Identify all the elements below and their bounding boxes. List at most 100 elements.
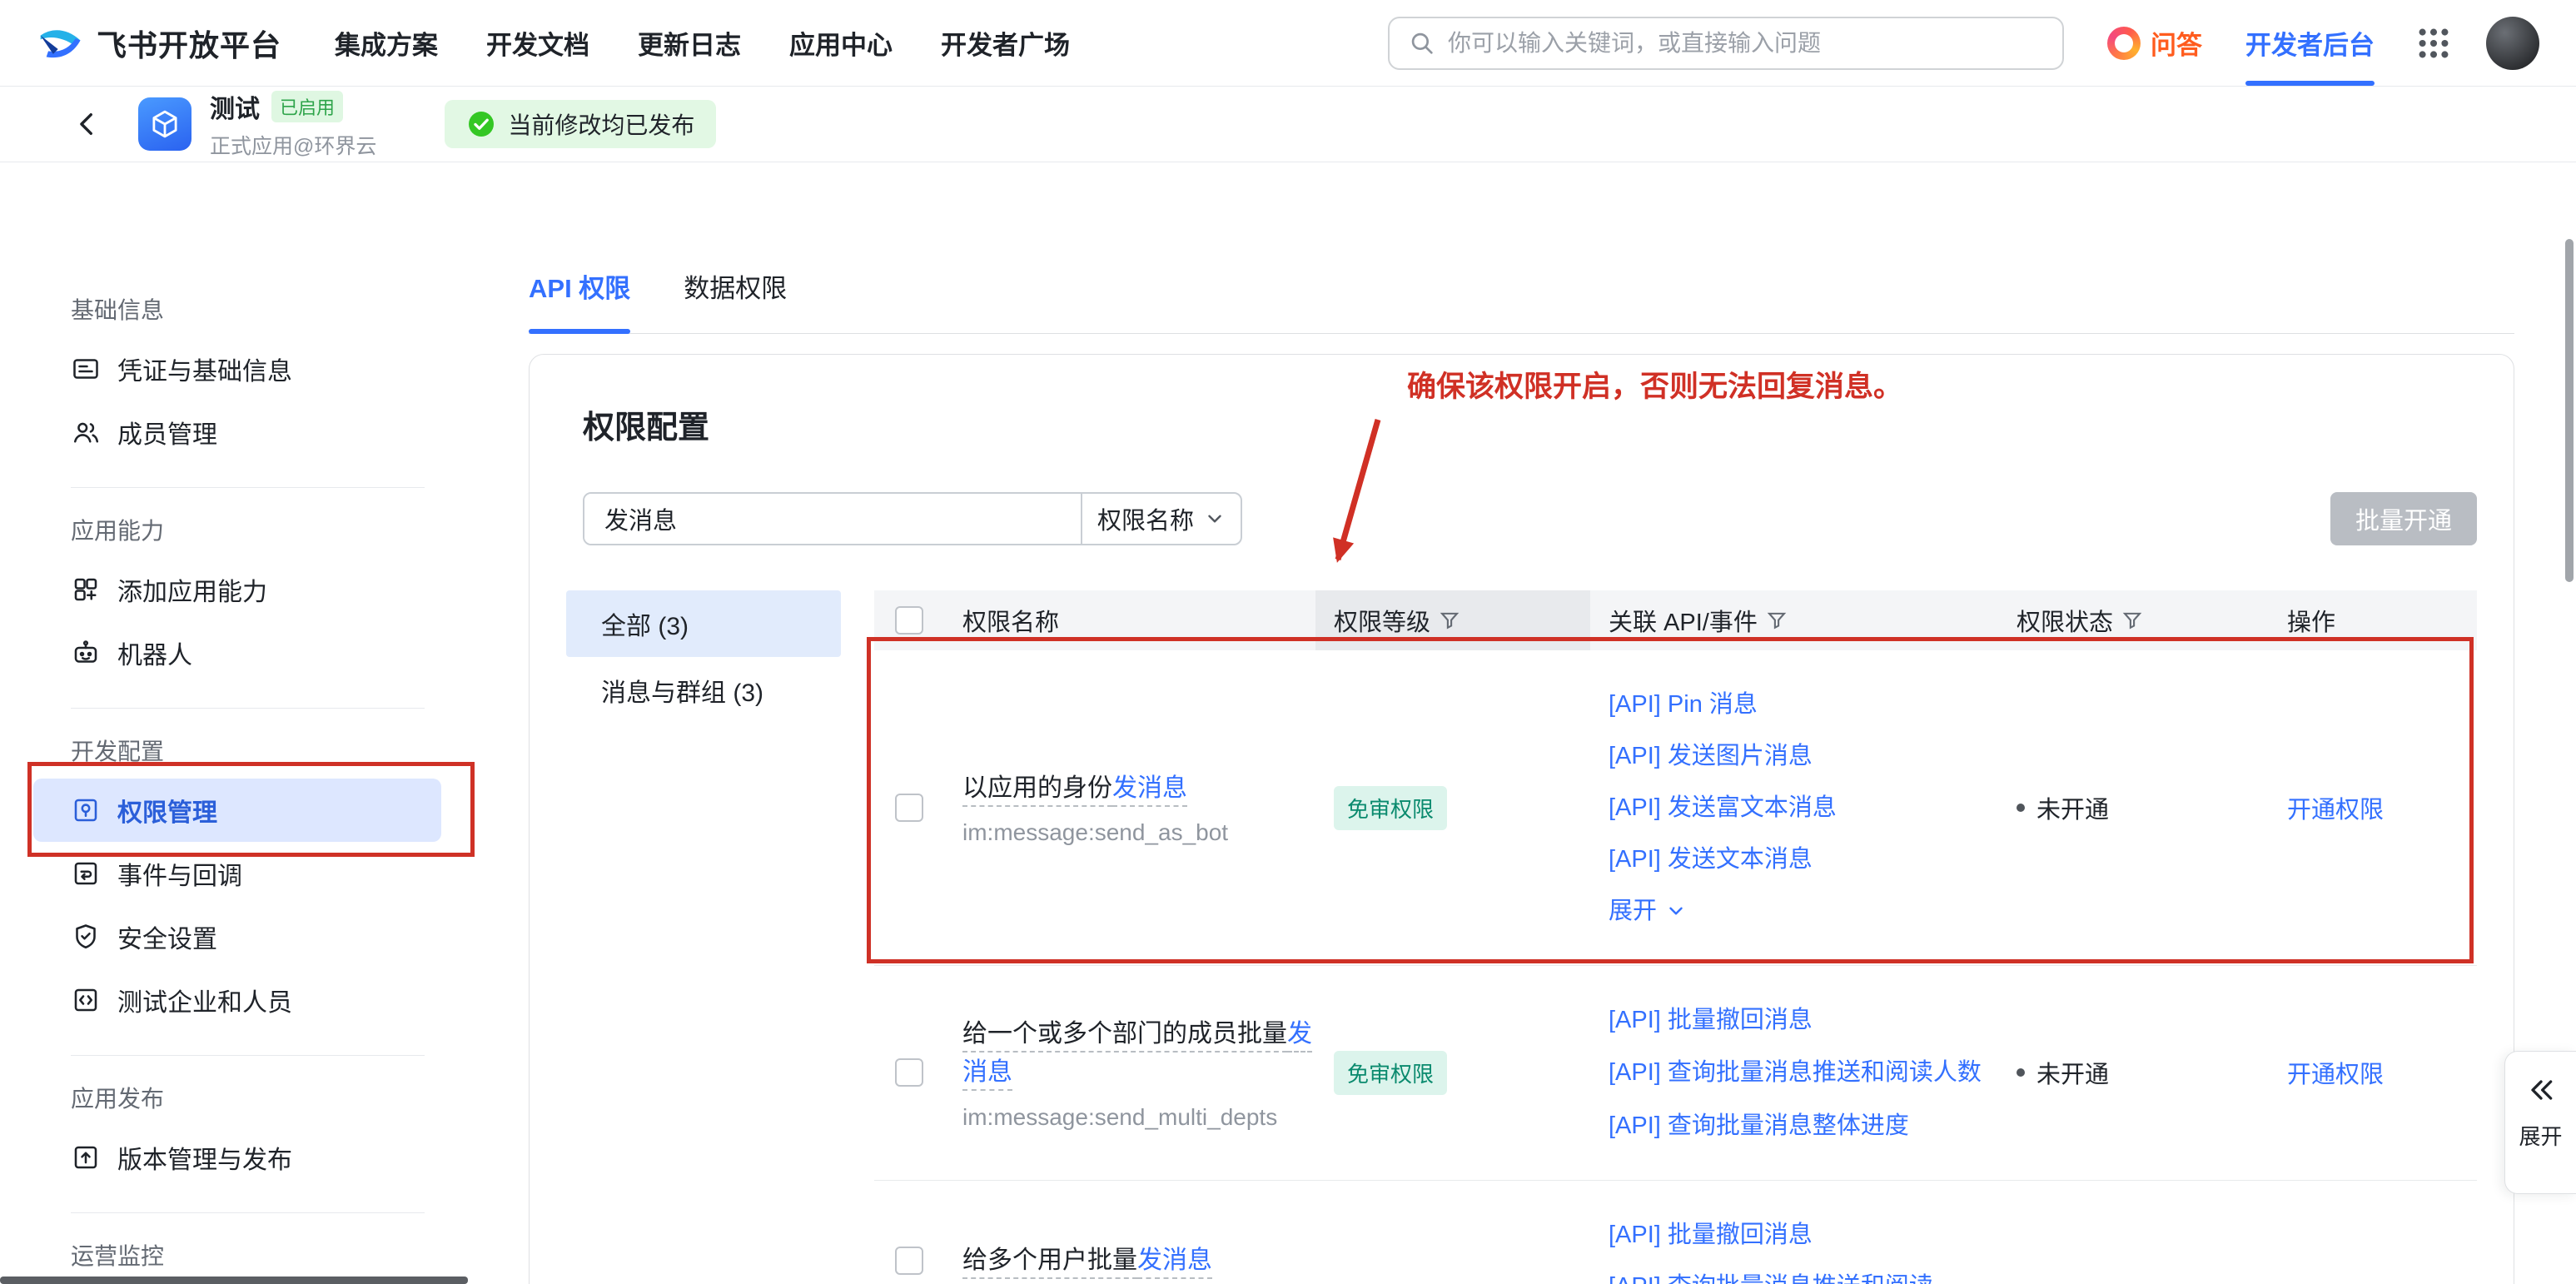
sidebar: 基础信息 凭证与基础信息 成员管理 应用能力 添加应用能力 机器人 开发配置 xyxy=(0,162,470,1284)
api-link[interactable]: [API] 批量撤回消息 xyxy=(1609,1209,1998,1261)
status-dot-icon xyxy=(2017,1068,2025,1077)
global-search[interactable] xyxy=(1388,17,2064,70)
sidebar-divider xyxy=(71,708,425,709)
horizontal-scrollbar[interactable] xyxy=(0,1277,468,1284)
sidebar-item-test-org[interactable]: 测试企业和人员 xyxy=(33,968,441,1032)
table-row-send-multi-depts: 给一个或多个部门的成员批量发消息 im:message:send_multi_d… xyxy=(874,966,2477,1181)
api-link[interactable]: [API] 发送富文本消息 xyxy=(1609,782,1998,834)
filter-funnel-icon[interactable] xyxy=(1439,610,1460,631)
app-status-badge: 已启用 xyxy=(271,91,343,122)
nav-right: 问答 开发者后台 xyxy=(1388,0,2539,86)
search-field-selector[interactable]: 权限名称 xyxy=(1081,494,1241,544)
row-checkbox[interactable] xyxy=(895,1058,923,1087)
table-row-send-multi-users: 给多个用户批量发消息 [API] 批量撤回消息 [API] 查询批量消息推送和阅… xyxy=(874,1181,2477,1284)
api-link[interactable]: [API] 批量撤回消息 xyxy=(1609,994,1998,1046)
api-link[interactable]: [API] 查询批量消息推送和阅读 xyxy=(1609,1261,1998,1284)
app-bar: 测试 已启用 正式应用@环界云 当前修改均已发布 xyxy=(0,87,2576,162)
app-meta: 测试 已启用 正式应用@环界云 xyxy=(210,88,376,160)
col-action: 操作 xyxy=(2269,603,2477,638)
permission-card: 权限配置 权限名称 批量开通 全部 (3) 消息与群组 (3) xyxy=(529,354,2514,1284)
nav-item-changelog[interactable]: 更新日志 xyxy=(638,24,741,62)
side-expand-panel[interactable]: 展开 xyxy=(2504,1051,2576,1194)
members-icon xyxy=(71,417,101,447)
permission-tabs: API 权限 数据权限 xyxy=(529,267,2514,334)
console-link-active[interactable]: 开发者后台 xyxy=(2245,0,2375,86)
expand-panel-label: 展开 xyxy=(2519,1120,2562,1151)
vertical-scrollbar[interactable] xyxy=(2565,239,2574,582)
level-badge: 免审权限 xyxy=(1334,1051,1447,1095)
chevron-down-icon xyxy=(1204,508,1226,530)
select-all-checkbox[interactable] xyxy=(895,606,923,635)
nav-item-integration[interactable]: 集成方案 xyxy=(335,24,438,62)
status-cell: 未开通 xyxy=(1998,790,2269,825)
row-checkbox[interactable] xyxy=(895,794,923,822)
sidebar-item-members[interactable]: 成员管理 xyxy=(33,401,441,464)
back-button[interactable] xyxy=(73,110,102,138)
sidebar-item-label: 事件与回调 xyxy=(117,855,242,892)
sidebar-item-label: 版本管理与发布 xyxy=(117,1139,292,1176)
sidebar-item-bot[interactable]: 机器人 xyxy=(33,621,441,684)
sidebar-item-label: 机器人 xyxy=(117,635,192,671)
search-field-label: 权限名称 xyxy=(1097,501,1194,536)
sidebar-item-credentials[interactable]: 凭证与基础信息 xyxy=(33,337,441,401)
api-link[interactable]: [API] Pin 消息 xyxy=(1609,679,1998,730)
brand[interactable]: 飞书开放平台 xyxy=(37,20,281,67)
back-chevron-icon xyxy=(73,110,102,138)
batch-enable-button[interactable]: 批量开通 xyxy=(2330,492,2477,545)
sidebar-section-basic: 基础信息 xyxy=(71,292,470,326)
status-dot-icon xyxy=(2017,804,2025,812)
api-list: [API] 批量撤回消息 [API] 查询批量消息推送和阅读人数 [API] 查… xyxy=(1590,966,1998,1180)
permissions-table: 权限名称 权限等级 关联 API/事件 权限状态 xyxy=(874,590,2477,1284)
chevron-down-icon xyxy=(1665,900,1687,922)
api-link[interactable]: [API] 查询批量消息整体进度 xyxy=(1609,1100,1998,1152)
filter-funnel-icon[interactable] xyxy=(2121,610,2143,631)
sidebar-item-label: 添加应用能力 xyxy=(117,571,267,608)
main-content: API 权限 数据权限 权限配置 权限名称 批量开通 xyxy=(470,162,2576,1284)
permission-scope: im:message:send_as_bot xyxy=(962,819,1315,846)
enable-permission-link[interactable]: 开通权限 xyxy=(2287,797,2384,824)
permission-safe-icon xyxy=(71,795,101,825)
nav-item-devplaza[interactable]: 开发者广场 xyxy=(941,24,1070,62)
enable-permission-link[interactable]: 开通权限 xyxy=(2287,1062,2384,1088)
nav-item-docs[interactable]: 开发文档 xyxy=(486,24,589,62)
api-link[interactable]: [API] 查询批量消息推送和阅读人数 xyxy=(1609,1046,1998,1100)
sidebar-item-label: 凭证与基础信息 xyxy=(117,351,292,387)
permission-search-group: 权限名称 xyxy=(583,492,1242,545)
user-avatar[interactable] xyxy=(2486,17,2539,70)
permission-name[interactable]: 给多个用户批量发消息 xyxy=(962,1242,1315,1281)
shield-icon xyxy=(71,922,101,952)
qa-link[interactable]: 问答 xyxy=(2107,24,2202,62)
permission-search-input[interactable] xyxy=(584,494,1081,544)
app-name: 测试 xyxy=(210,88,260,125)
sidebar-item-events[interactable]: 事件与回调 xyxy=(33,842,441,905)
col-permission-name: 权限名称 xyxy=(944,603,1315,638)
api-link[interactable]: [API] 发送图片消息 xyxy=(1609,730,1998,782)
tab-data-permissions[interactable]: 数据权限 xyxy=(684,267,787,333)
permission-name[interactable]: 以应用的身份发消息 xyxy=(962,769,1315,809)
sidebar-item-version-release[interactable]: 版本管理与发布 xyxy=(33,1126,441,1189)
global-search-input[interactable] xyxy=(1448,30,2044,57)
filter-funnel-icon[interactable] xyxy=(1766,610,1788,631)
sidebar-divider xyxy=(71,1055,425,1056)
page: 飞书开放平台 集成方案 开发文档 更新日志 应用中心 开发者广场 问答 开发者后… xyxy=(0,0,2576,1284)
feishu-logo-icon xyxy=(37,20,83,67)
tab-api-permissions[interactable]: API 权限 xyxy=(529,267,630,333)
sidebar-item-label: 测试企业和人员 xyxy=(117,982,292,1018)
nav-links: 集成方案 开发文档 更新日志 应用中心 开发者广场 xyxy=(335,0,1070,86)
sidebar-section-devconfig: 开发配置 xyxy=(71,734,470,767)
sidebar-item-permissions[interactable]: 权限管理 xyxy=(33,779,441,842)
app-icon xyxy=(138,97,191,151)
category-messages-groups[interactable]: 消息与群组 (3) xyxy=(566,657,841,724)
row-checkbox[interactable] xyxy=(895,1247,923,1275)
api-link[interactable]: [API] 发送文本消息 xyxy=(1609,834,1998,885)
sidebar-item-add-capability[interactable]: 添加应用能力 xyxy=(33,558,441,621)
permission-name[interactable]: 给一个或多个部门的成员批量发消息 xyxy=(962,1015,1315,1092)
sidebar-item-label: 成员管理 xyxy=(117,414,217,450)
expand-apis-link[interactable]: 展开 xyxy=(1609,885,1687,937)
sidebar-item-security[interactable]: 安全设置 xyxy=(33,905,441,968)
apps-grid-icon[interactable] xyxy=(2414,24,2453,62)
category-all[interactable]: 全部 (3) xyxy=(566,590,841,657)
nav-item-appcenter[interactable]: 应用中心 xyxy=(789,24,893,62)
add-capability-icon xyxy=(71,575,101,605)
check-circle-icon xyxy=(466,109,496,139)
